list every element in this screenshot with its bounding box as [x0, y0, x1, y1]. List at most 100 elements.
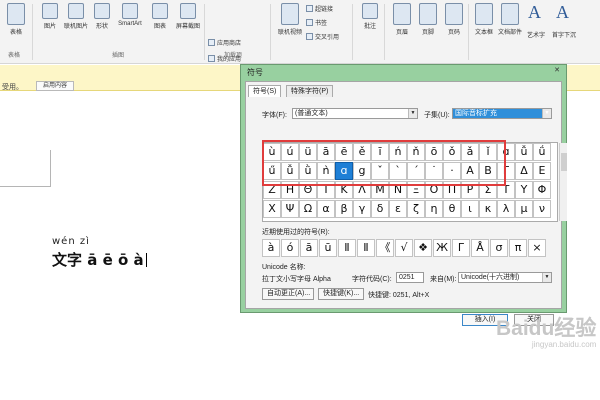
- header-button[interactable]: 页眉: [388, 3, 416, 36]
- symbol-cell[interactable]: λ: [497, 200, 515, 218]
- picture-button[interactable]: 图片: [36, 3, 64, 30]
- subset-select[interactable]: 国际音标扩充 ▼: [452, 108, 552, 119]
- shortcut-key-button[interactable]: 快捷键(K)...: [318, 288, 364, 300]
- highlight-box: [262, 140, 506, 186]
- symbol-cell[interactable]: ζ: [407, 200, 425, 218]
- picture-icon: [42, 3, 58, 19]
- chart-button[interactable]: 图表: [146, 3, 174, 30]
- online-picture-button[interactable]: 联机图片: [62, 3, 90, 30]
- chevron-down-icon: ▼: [542, 109, 551, 118]
- store-button[interactable]: 应用商店: [208, 38, 241, 47]
- table-button[interactable]: 表格: [2, 3, 30, 36]
- link-icon: [306, 5, 313, 12]
- footer-button[interactable]: 页脚: [414, 3, 442, 36]
- char-code-input[interactable]: 0251: [396, 272, 424, 283]
- chevron-down-icon: ▼: [542, 273, 551, 282]
- margin-marker: [50, 150, 51, 187]
- from-label: 来自(M):: [430, 276, 457, 283]
- font-label: 字体(F):: [262, 112, 287, 119]
- recent-symbol-cell[interactable]: ❖: [414, 239, 432, 257]
- symbol-cell[interactable]: ν: [533, 200, 551, 218]
- document-body[interactable]: wén zì 文字 ā ē ō à: [52, 236, 147, 270]
- group-label-tables: 表格: [8, 53, 21, 59]
- symbol-cell[interactable]: ε: [389, 200, 407, 218]
- ribbon: 表格 图片 联机图片 形状 SmartArt 图表 屏幕截图 应用商店 我的应用…: [0, 0, 600, 64]
- symbol-cell[interactable]: θ: [443, 200, 461, 218]
- shapes-button[interactable]: 形状: [88, 3, 116, 30]
- recent-symbol-cell[interactable]: 《: [376, 239, 394, 257]
- cross-reference-button[interactable]: 交叉引用: [306, 32, 339, 41]
- ribbon-separator: [204, 4, 205, 60]
- symbol-cell[interactable]: Φ: [533, 181, 551, 199]
- ribbon-separator: [352, 4, 353, 60]
- smartart-icon: [122, 3, 138, 19]
- page-number-button[interactable]: 页码: [440, 3, 468, 36]
- recent-symbol-cell[interactable]: π: [509, 239, 527, 257]
- recent-symbol-cell[interactable]: ū: [319, 239, 337, 257]
- video-icon: [281, 3, 299, 25]
- recent-symbol-cell[interactable]: Ⅱ: [357, 239, 375, 257]
- document-text: 文字 ā ē ō à: [52, 249, 147, 270]
- bookmark-button[interactable]: 书签: [306, 18, 327, 27]
- symbol-cell[interactable]: μ: [515, 200, 533, 218]
- symbol-cell[interactable]: β: [335, 200, 353, 218]
- screenshot-button[interactable]: 屏幕截图: [174, 3, 202, 30]
- recent-symbol-cell[interactable]: à: [262, 239, 280, 257]
- symbol-cell[interactable]: Ψ: [281, 200, 299, 218]
- font-select[interactable]: (普通文本) ▼: [292, 108, 418, 119]
- symbol-cell[interactable]: ǘ: [533, 143, 551, 161]
- enable-content-button[interactable]: 启用内容: [36, 81, 75, 91]
- symbol-cell[interactable]: Y: [515, 181, 533, 199]
- drop-cap-button[interactable]: 首字下沉: [550, 30, 578, 39]
- symbol-cell[interactable]: ι: [461, 200, 479, 218]
- from-select[interactable]: Unicode(十六进制) ▼: [458, 272, 552, 283]
- recent-symbol-cell[interactable]: Ж: [433, 239, 451, 257]
- symbol-cell[interactable]: ǚ: [515, 143, 533, 161]
- ribbon-separator: [32, 4, 33, 60]
- tab-special-characters[interactable]: 特殊字符(P): [286, 85, 334, 97]
- recent-symbol-cell[interactable]: Å: [471, 239, 489, 257]
- header-icon: [393, 3, 411, 25]
- quick-parts-button[interactable]: 文档部件: [496, 3, 524, 36]
- group-label-addins: 加载项: [224, 53, 243, 59]
- apps-icon: [208, 55, 215, 62]
- symbol-cell[interactable]: γ: [353, 200, 371, 218]
- scrollbar-thumb[interactable]: [561, 153, 567, 171]
- autocorrect-button[interactable]: 自动更正(A)...: [262, 288, 314, 300]
- wordart-button[interactable]: 艺术字: [522, 30, 550, 39]
- recent-symbol-cell[interactable]: √: [395, 239, 413, 257]
- tab-symbols[interactable]: 符号(S): [248, 85, 282, 97]
- recent-symbol-cell[interactable]: ā: [300, 239, 318, 257]
- symbol-cell[interactable]: Δ: [515, 162, 533, 180]
- group-label-illustrations: 插图: [112, 53, 125, 59]
- recent-symbol-cell[interactable]: Ⅱ: [338, 239, 356, 257]
- smartart-button[interactable]: SmartArt: [116, 3, 144, 27]
- symbol-cell[interactable]: η: [425, 200, 443, 218]
- symbol-cell[interactable]: E: [533, 162, 551, 180]
- watermark-logo: Baidu经验: [496, 317, 597, 340]
- margin-marker: [0, 186, 50, 187]
- recent-symbol-cell[interactable]: ó: [281, 239, 299, 257]
- symbol-cell[interactable]: X: [263, 200, 281, 218]
- close-icon[interactable]: ✕: [552, 67, 562, 76]
- footer-icon: [419, 3, 437, 25]
- recent-symbol-cell[interactable]: ×: [528, 239, 546, 257]
- symbol-cell[interactable]: δ: [371, 200, 389, 218]
- shapes-icon: [94, 3, 110, 19]
- textbox-button[interactable]: 文本框: [470, 3, 498, 36]
- recent-symbol-cell[interactable]: σ: [490, 239, 508, 257]
- hyperlink-button[interactable]: 超链接: [306, 4, 333, 13]
- char-code-label: 字符代码(C):: [352, 276, 392, 283]
- online-video-button[interactable]: 联机视频: [276, 3, 304, 36]
- comment-button[interactable]: 批注: [356, 3, 384, 30]
- cross-reference-icon: [306, 33, 313, 40]
- chart-icon: [152, 3, 168, 19]
- symbol-cell[interactable]: κ: [479, 200, 497, 218]
- symbol-cell[interactable]: Ω: [299, 200, 317, 218]
- grid-scrollbar[interactable]: [559, 143, 567, 221]
- comment-icon: [362, 3, 378, 19]
- symbol-cell[interactable]: α: [317, 200, 335, 218]
- subset-label: 子集(U):: [424, 112, 450, 119]
- recent-symbol-cell[interactable]: Γ: [452, 239, 470, 257]
- symbol-dialog: 符号 ✕ 符号(S) 特殊字符(P) 字体(F): (普通文本) ▼ 子集(U)…: [240, 64, 567, 326]
